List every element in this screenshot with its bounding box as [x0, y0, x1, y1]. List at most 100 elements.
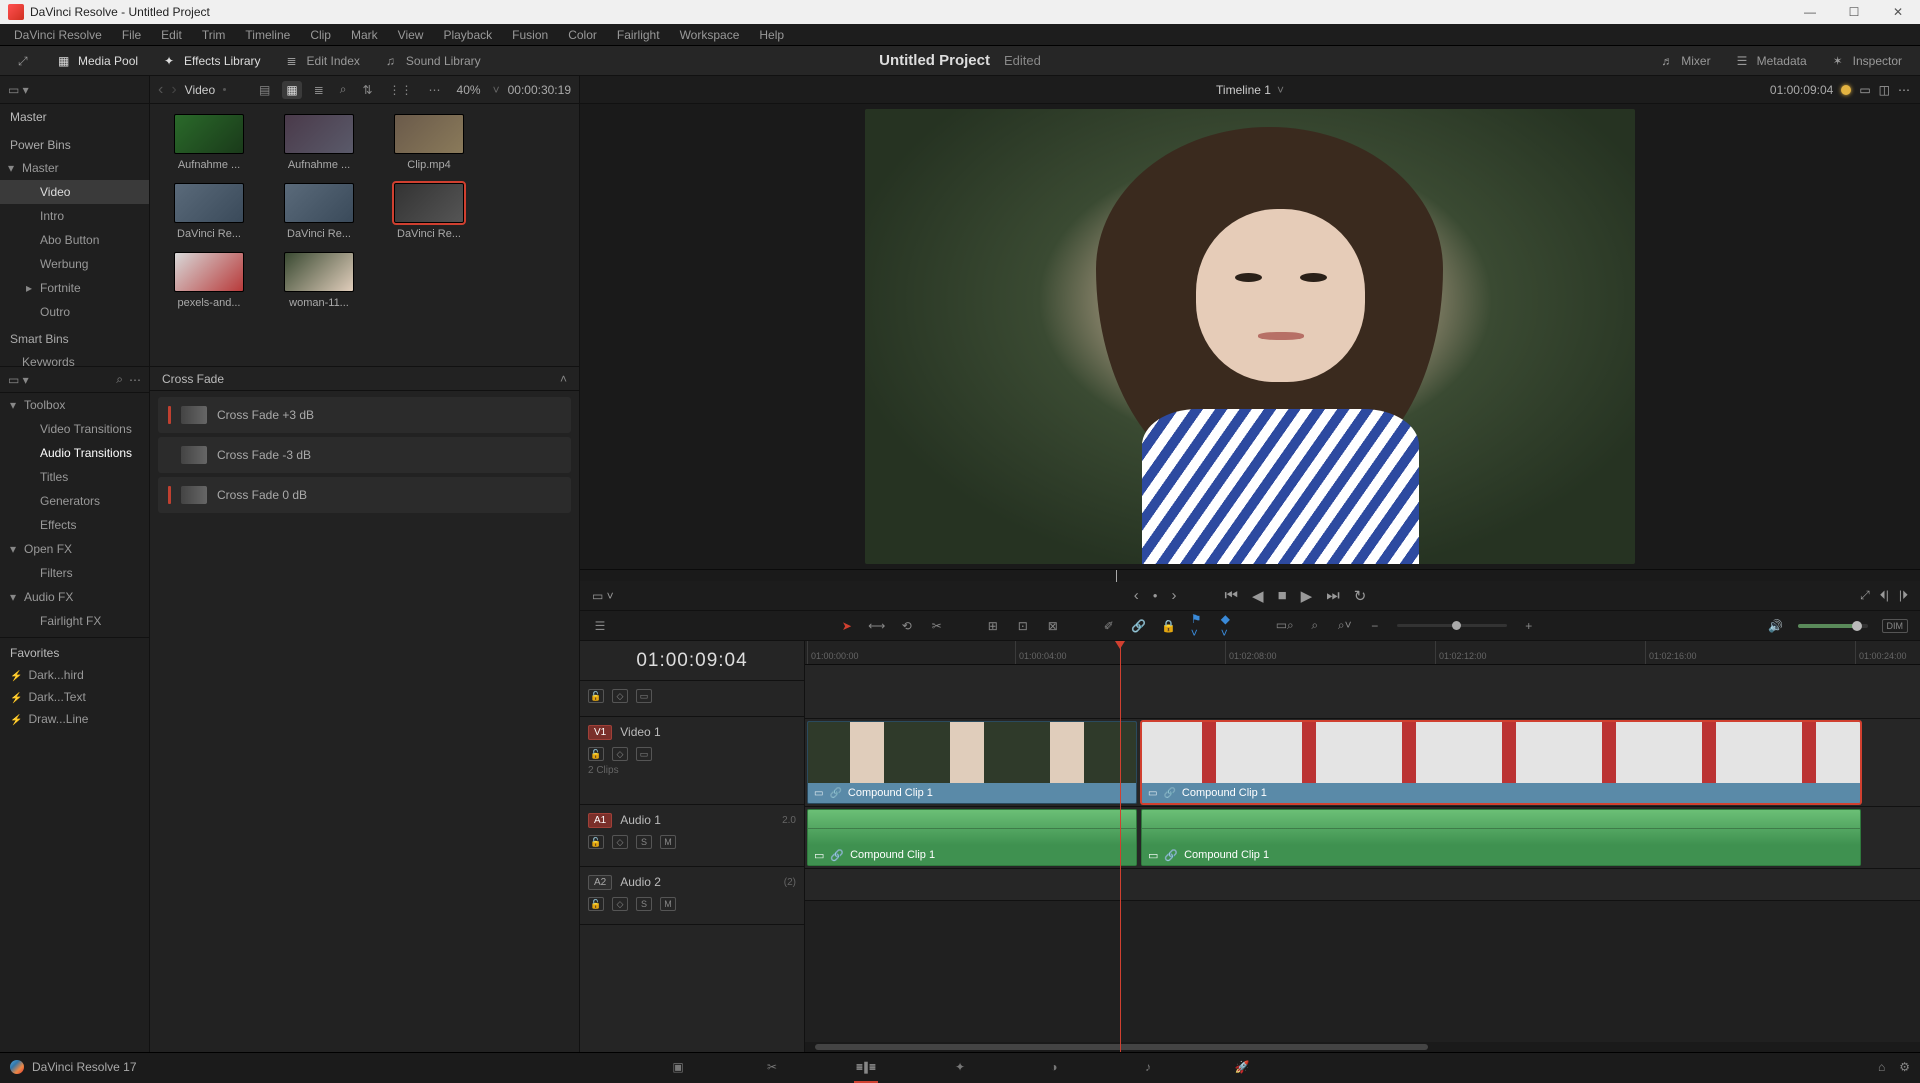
time-ruler[interactable]: 01:00:00:00 01:00:04:00 01:02:08:00 01:0…	[805, 641, 1920, 665]
filter-button[interactable]: ⇅	[358, 81, 376, 99]
trim-tool[interactable]: ⟷	[869, 618, 885, 634]
page-deliver[interactable]: 🚀	[1230, 1055, 1254, 1079]
metadata-toggle[interactable]: ☰Metadata	[1729, 51, 1815, 71]
track-lane-a2[interactable]	[805, 869, 1920, 901]
view-list-button[interactable]: ≣	[310, 81, 328, 99]
volume-slider[interactable]	[1798, 624, 1868, 628]
track-badge-a2[interactable]: A2	[588, 875, 612, 890]
track-lane-a1[interactable]: ▭🔗Compound Clip 1 ▭🔗Compound Clip 1	[805, 807, 1920, 869]
chevron-down-icon[interactable]: ˅	[1277, 83, 1284, 97]
timeline-hscrollbar[interactable]	[805, 1042, 1920, 1052]
audio-clip[interactable]: ▭🔗Compound Clip 1	[807, 809, 1137, 866]
clip-item[interactable]: woman-11...	[270, 252, 368, 309]
bin-master[interactable]: ▾Master	[0, 156, 149, 180]
menu-help[interactable]: Help	[749, 28, 794, 42]
viewer-more-button[interactable]: ⋯	[1898, 83, 1910, 97]
bin-master-root[interactable]: Master	[0, 104, 149, 130]
effects-library-toggle[interactable]: ✦Effects Library	[156, 51, 268, 71]
bin-fortnite[interactable]: ▸Fortnite	[0, 276, 149, 300]
bin-abo-button[interactable]: Abo Button	[0, 228, 149, 252]
favorite-item[interactable]: Dark...hird	[0, 664, 149, 686]
bin-outro[interactable]: Outro	[0, 300, 149, 324]
next-edit-button[interactable]: ›	[1172, 587, 1177, 604]
bin-dropdown-icon[interactable]: ▭ ▾	[8, 83, 29, 97]
menu-edit[interactable]: Edit	[151, 28, 192, 42]
viewer-canvas[interactable]	[580, 104, 1920, 569]
track-header-a1[interactable]: A1Audio 12.0 🔓◇SM	[580, 805, 804, 867]
menu-timeline[interactable]: Timeline	[235, 28, 300, 42]
bin-intro[interactable]: Intro	[0, 204, 149, 228]
transition-item[interactable]: Cross Fade 0 dB	[158, 477, 571, 513]
bypass-button[interactable]: ▭ ˅	[592, 589, 614, 603]
solo-button[interactable]: S	[636, 835, 652, 849]
solo-button[interactable]: S	[636, 897, 652, 911]
menu-davinci[interactable]: DaVinci Resolve	[4, 28, 112, 42]
inspector-toggle[interactable]: ✶Inspector	[1825, 51, 1910, 71]
timeline-name[interactable]: Timeline 1	[1216, 83, 1271, 97]
auto-select-icon[interactable]: ◇	[612, 897, 628, 911]
favorite-item[interactable]: Dark...Text	[0, 686, 149, 708]
transition-item[interactable]: Cross Fade -3 dB	[158, 437, 571, 473]
menu-workspace[interactable]: Workspace	[670, 28, 750, 42]
lock-track-icon[interactable]: 🔓	[588, 747, 604, 761]
menu-mark[interactable]: Mark	[341, 28, 388, 42]
fx-generators[interactable]: Generators	[0, 489, 149, 513]
fx-openfx[interactable]: ▾Open FX	[0, 537, 149, 561]
smart-bin-keywords[interactable]: Keywords	[0, 350, 149, 366]
viewer-scrubber[interactable]	[580, 569, 1920, 581]
view-metadata-button[interactable]: ▤	[255, 81, 274, 99]
fx-collapse-button[interactable]: ˄	[560, 372, 567, 386]
page-media[interactable]: ▣	[666, 1055, 690, 1079]
menu-view[interactable]: View	[388, 28, 434, 42]
track-badge-v1[interactable]: V1	[588, 725, 612, 740]
zoom-out-button[interactable]: −	[1367, 618, 1383, 634]
link-button[interactable]: 🔗	[1131, 618, 1147, 634]
mute-track-button[interactable]: M	[660, 897, 676, 911]
track-header-a2[interactable]: A2Audio 2(2) 🔓◇SM	[580, 867, 804, 925]
menu-trim[interactable]: Trim	[192, 28, 236, 42]
bin-video[interactable]: Video	[0, 180, 149, 204]
mixer-toggle[interactable]: ♬Mixer	[1653, 51, 1718, 71]
more-button[interactable]: ⋯	[425, 81, 445, 99]
go-start-button[interactable]: ⏮	[1225, 587, 1239, 604]
transition-item[interactable]: Cross Fade +3 dB	[158, 397, 571, 433]
step-fwd-button[interactable]: |⏵	[1899, 588, 1908, 603]
timeline-options-button[interactable]: ☰	[592, 618, 608, 634]
clip-item[interactable]: Aufnahme ...	[270, 114, 368, 171]
window-close-button[interactable]: ✕	[1884, 5, 1912, 19]
fx-panel-menu[interactable]: ▭ ▾	[8, 373, 29, 387]
flag-button[interactable]: ⚑ ˅	[1191, 618, 1207, 634]
dynamic-trim-tool[interactable]: ⟲	[899, 618, 915, 634]
auto-select-icon[interactable]: ◇	[612, 747, 628, 761]
audio-clip[interactable]: ▭🔗Compound Clip 1	[1141, 809, 1861, 866]
search-button[interactable]: ⌕	[336, 80, 351, 99]
clip-item[interactable]: DaVinci Re...	[380, 183, 478, 240]
selection-tool[interactable]: ➤	[839, 618, 855, 634]
timeline-body[interactable]: 01:00:00:00 01:00:04:00 01:02:08:00 01:0…	[805, 641, 1920, 1052]
fx-search-button[interactable]: ⌕	[116, 372, 123, 387]
dual-viewer-button[interactable]: ◫	[1879, 83, 1890, 97]
lock-track-icon[interactable]: 🔓	[588, 689, 604, 703]
video-clip[interactable]: ▭🔗Compound Clip 1	[1141, 721, 1861, 804]
zoom-slider[interactable]	[1397, 624, 1507, 627]
page-cut[interactable]: ✂	[760, 1055, 784, 1079]
disable-track-icon[interactable]: ▭	[636, 747, 652, 761]
page-edit[interactable]: ≡∥≡	[854, 1055, 878, 1079]
play-button[interactable]: ▶	[1301, 587, 1313, 605]
track-header-v1[interactable]: V1Video 1 🔓◇▭ 2 Clips	[580, 717, 804, 805]
favorite-item[interactable]: Draw...Line	[0, 708, 149, 730]
marker-button[interactable]: ◆ ˅	[1221, 618, 1237, 634]
clip-item[interactable]: Aufnahme ...	[160, 114, 258, 171]
page-fusion[interactable]: ✦	[948, 1055, 972, 1079]
window-maximize-button[interactable]: ☐	[1840, 5, 1868, 19]
playhead[interactable]	[1120, 641, 1121, 1052]
window-minimize-button[interactable]: —	[1796, 5, 1824, 19]
fx-fairlight[interactable]: Fairlight FX	[0, 609, 149, 633]
media-pool-toggle[interactable]: ▦Media Pool	[50, 51, 146, 71]
page-color[interactable]: ◑	[1042, 1055, 1066, 1079]
single-viewer-button[interactable]: ▭	[1859, 83, 1870, 97]
disable-track-icon[interactable]: ▭	[636, 689, 652, 703]
menu-file[interactable]: File	[112, 28, 151, 42]
go-end-button[interactable]: ⏭	[1326, 587, 1340, 604]
fx-video-transitions[interactable]: Video Transitions	[0, 417, 149, 441]
